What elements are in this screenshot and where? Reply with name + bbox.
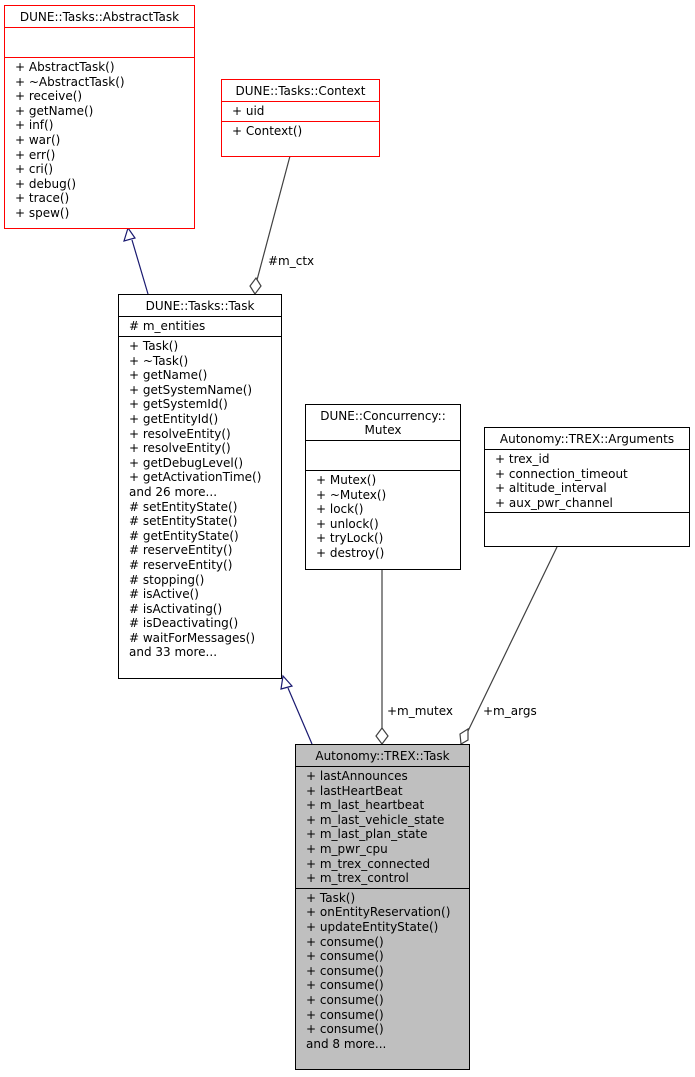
class-attribute: + m_trex_connected bbox=[306, 856, 431, 871]
methods-section bbox=[485, 512, 689, 541]
class-method: + Context() bbox=[232, 124, 303, 138]
class-method: + ~Task() bbox=[129, 353, 189, 368]
class-title: DUNE::Concurrency:: Mutex bbox=[320, 409, 446, 437]
class-method: + getActivationTime() bbox=[129, 470, 262, 485]
class-method: + war() bbox=[15, 132, 61, 147]
class-attribute: + m_last_vehicle_state bbox=[306, 812, 445, 827]
class-mutex[interactable]: DUNE::Concurrency:: Mutex + Mutex() + ~Mu… bbox=[305, 404, 461, 570]
attributes-section bbox=[5, 27, 194, 57]
edge-label-args: +m_args bbox=[483, 704, 537, 718]
class-title: Autonomy::TREX::Task bbox=[315, 749, 450, 763]
class-trex-task[interactable]: Autonomy::TREX::Task + lastAnnounces + la… bbox=[295, 744, 470, 1070]
class-attribute: + trex_id bbox=[495, 452, 550, 466]
class-method: + consume() bbox=[306, 963, 384, 978]
class-attribute: + uid bbox=[232, 104, 265, 118]
methods-section: + Task() + ~Task() + getName() + getSystemN… bbox=[119, 336, 281, 662]
edge-label-mutex: +m_mutex bbox=[387, 704, 454, 718]
class-method: + trace() bbox=[15, 191, 70, 206]
attributes-section: + lastAnnounces + lastHeartBeat + m_last_h… bbox=[296, 766, 469, 888]
class-method: + getSystemName() bbox=[129, 382, 253, 397]
class-attribute: + lastAnnounces bbox=[306, 769, 408, 783]
class-method: + getSystemId() bbox=[129, 397, 228, 412]
class-method: # reserveEntity() bbox=[129, 557, 233, 572]
class-method: + consume() bbox=[306, 934, 384, 949]
inheritance-arrowhead bbox=[280, 674, 294, 690]
class-method: + getName() bbox=[15, 103, 94, 118]
class-method: # reserveEntity() bbox=[129, 543, 233, 558]
inheritance-edge-task-abstracttask bbox=[131, 239, 149, 295]
class-attribute: + connection_timeout bbox=[495, 466, 628, 481]
class-task[interactable]: DUNE::Tasks::Task # m_entities + Task() +… bbox=[118, 294, 282, 679]
class-title: DUNE::Tasks::AbstractTask bbox=[19, 10, 180, 24]
class-method: + consume() bbox=[306, 949, 384, 964]
class-context[interactable]: DUNE::Tasks::Context + uid + Context() bbox=[221, 79, 380, 157]
attributes-section bbox=[306, 440, 460, 470]
class-method: + updateEntityState() bbox=[306, 919, 439, 934]
class-attribute: + altitude_interval bbox=[495, 481, 607, 496]
class-attribute: + m_pwr_cpu bbox=[306, 841, 388, 856]
class-attribute: + lastHeartBeat bbox=[306, 783, 403, 798]
class-method: # getEntityState() bbox=[129, 528, 239, 543]
class-method: + err() bbox=[15, 147, 56, 162]
class-method: + inf() bbox=[15, 118, 54, 133]
class-method: + Task() bbox=[129, 339, 179, 353]
class-method: + destroy() bbox=[316, 545, 385, 560]
class-method: + consume() bbox=[306, 978, 384, 993]
class-method: # stopping() bbox=[129, 572, 205, 587]
class-title: Autonomy::TREX::Arguments bbox=[499, 432, 675, 446]
aggregation-diamond-mutex bbox=[375, 727, 389, 745]
attributes-section: + trex_id + connection_timeout + altitude_… bbox=[485, 449, 689, 512]
aggregation-diamond-args bbox=[459, 727, 469, 745]
methods-section: + Task() + onEntityReservation() + updateE… bbox=[296, 887, 469, 1054]
class-method: + ~Mutex() bbox=[316, 487, 387, 502]
class-method: + cri() bbox=[15, 162, 54, 177]
class-method: and 33 more... bbox=[129, 645, 218, 660]
class-method: and 8 more... bbox=[306, 1036, 387, 1051]
class-method: + spew() bbox=[15, 205, 70, 220]
class-method: + ~AbstractTask() bbox=[15, 74, 125, 89]
class-arguments[interactable]: Autonomy::TREX::Arguments + trex_id + con… bbox=[484, 427, 690, 547]
class-method: + getEntityId() bbox=[129, 411, 219, 426]
class-method: and 26 more... bbox=[129, 484, 218, 499]
class-method: + consume() bbox=[306, 992, 384, 1007]
class-method: + debug() bbox=[15, 176, 77, 191]
class-method: + lock() bbox=[316, 502, 364, 517]
class-attribute: + m_last_heartbeat bbox=[306, 798, 425, 813]
class-attribute: + aux_pwr_channel bbox=[495, 495, 613, 510]
class-attribute: + m_last_plan_state bbox=[306, 827, 428, 842]
class-method: + resolveEntity() bbox=[129, 426, 231, 441]
inheritance-arrowhead bbox=[123, 226, 136, 242]
methods-section: + Mutex() + ~Mutex() + lock() + unlock() + t… bbox=[306, 470, 460, 563]
methods-section: + Context() bbox=[222, 121, 379, 141]
edge-label-ctx: #m_ctx bbox=[268, 254, 315, 268]
class-method: + getDebugLevel() bbox=[129, 455, 244, 470]
class-method: + unlock() bbox=[316, 516, 379, 531]
class-method: # isActivating() bbox=[129, 601, 223, 616]
attributes-section: # m_entities bbox=[119, 316, 281, 336]
attributes-section: + uid bbox=[222, 101, 379, 121]
class-method: + Task() bbox=[306, 890, 356, 905]
class-method: + resolveEntity() bbox=[129, 441, 231, 456]
class-method: + consume() bbox=[306, 1022, 384, 1037]
class-method: + Mutex() bbox=[316, 473, 377, 487]
aggregation-diamond-ctx bbox=[249, 276, 262, 296]
class-abstract-task[interactable]: DUNE::Tasks::AbstractTask + AbstractTask… bbox=[4, 5, 195, 229]
class-title: DUNE::Tasks::Task bbox=[145, 299, 255, 313]
class-method: # setEntityState() bbox=[129, 514, 238, 529]
class-method: + onEntityReservation() bbox=[306, 905, 451, 920]
class-attribute: # m_entities bbox=[129, 319, 206, 333]
class-method: + consume() bbox=[306, 1007, 384, 1022]
class-method: + tryLock() bbox=[316, 531, 384, 546]
class-method: + AbstractTask() bbox=[15, 60, 115, 74]
class-method: # isDeactivating() bbox=[129, 616, 239, 631]
class-attribute: + m_trex_control bbox=[306, 871, 409, 886]
class-title: DUNE::Tasks::Context bbox=[235, 84, 366, 98]
inheritance-edge-trex-task bbox=[287, 687, 313, 745]
class-method: # waitForMessages() bbox=[129, 630, 256, 645]
methods-section: + AbstractTask() + ~AbstractTask() + recei… bbox=[5, 57, 194, 223]
class-method: # isActive() bbox=[129, 587, 199, 602]
class-method: + getName() bbox=[129, 368, 208, 383]
class-method: # setEntityState() bbox=[129, 499, 238, 514]
class-method: + receive() bbox=[15, 89, 83, 104]
